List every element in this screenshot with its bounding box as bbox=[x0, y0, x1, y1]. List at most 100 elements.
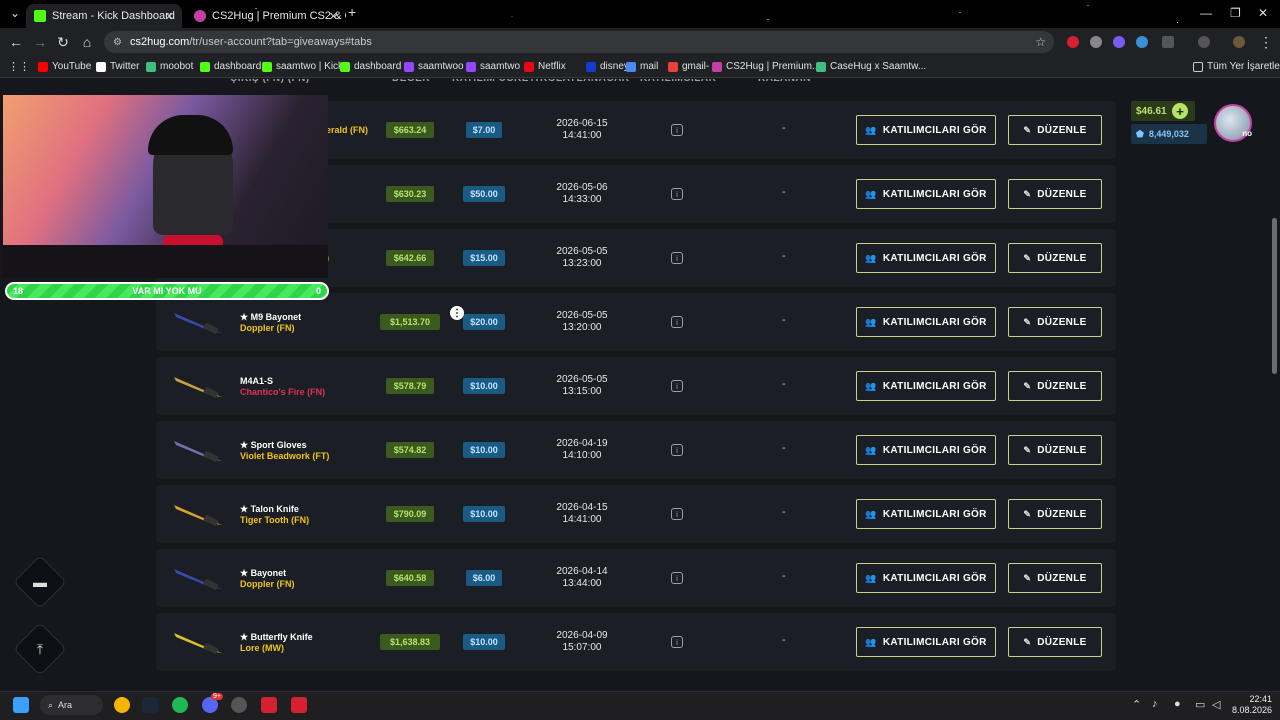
table-row: ★ Butterfly Knife Lore (MW) $1,638.83 $10.0… bbox=[156, 613, 1116, 671]
tab-kick-dashboard[interactable]: Stream - Kick Dashboard ✕ bbox=[26, 4, 182, 28]
bookmark-item[interactable]: YouTube bbox=[38, 61, 91, 72]
maximize-icon[interactable]: ❐ bbox=[1230, 6, 1241, 20]
edit-button[interactable]: ✎ DÜZENLE bbox=[1008, 563, 1102, 593]
users-icon: 👥 bbox=[865, 636, 877, 647]
edit-button[interactable]: ✎ DÜZENLE bbox=[1008, 499, 1102, 529]
spotify-icon[interactable] bbox=[172, 697, 188, 713]
bookmark-item[interactable]: saamtwoo bbox=[404, 61, 464, 72]
home-icon[interactable]: ⌂ bbox=[79, 34, 95, 50]
view-participants-button[interactable]: 👥 KATILIMCILARI GÖR bbox=[856, 499, 996, 529]
view-participants-button[interactable]: 👥 KATILIMCILARI GÖR bbox=[856, 627, 996, 657]
value-badge: $640.58 bbox=[386, 570, 434, 586]
edit-button[interactable]: ✎ DÜZENLE bbox=[1008, 243, 1102, 273]
bookmark-item[interactable]: saamtwo bbox=[466, 61, 520, 72]
edit-button[interactable]: ✎ DÜZENLE bbox=[1008, 307, 1102, 337]
extension-icon[interactable] bbox=[1067, 36, 1079, 48]
address-bar[interactable]: ⚙ cs2hug.com/tr/user-account?tab=giveawa… bbox=[104, 31, 1054, 53]
bookmark-item[interactable]: Twitter bbox=[96, 61, 139, 72]
view-participants-button[interactable]: 👥 KATILIMCILARI GÖR bbox=[856, 179, 996, 209]
view-participants-button[interactable]: 👥 KATILIMCILARI GÖR bbox=[856, 435, 996, 465]
taskbar-search[interactable]: ⌕ Ara bbox=[40, 695, 103, 715]
app-icon[interactable] bbox=[231, 697, 247, 713]
edit-button[interactable]: ✎ DÜZENLE bbox=[1008, 435, 1102, 465]
view-participants-button[interactable]: 👥 KATILIMCILARI GÖR bbox=[856, 115, 996, 145]
tab-search-icon[interactable]: ⌄ bbox=[10, 6, 20, 20]
network-icon[interactable]: ▭ bbox=[1195, 698, 1205, 711]
extension-icon[interactable] bbox=[1090, 36, 1102, 48]
profile-icon[interactable] bbox=[1233, 36, 1245, 48]
extensions-puzzle-icon[interactable] bbox=[1162, 36, 1174, 48]
tab-cs2hug[interactable]: CS2Hug | Premium CS2 & CS:G ✕ bbox=[186, 4, 346, 28]
participants-info-icon[interactable]: i bbox=[671, 124, 683, 136]
item-name: ★ Sport Gloves bbox=[240, 440, 307, 450]
apps-grid-icon[interactable]: ⋮⋮ bbox=[8, 60, 30, 73]
participants-info-icon[interactable]: i bbox=[671, 252, 683, 264]
draw-date: 2026-04-09 15:07:00 bbox=[542, 630, 622, 654]
avatar[interactable]: no bbox=[1214, 104, 1252, 142]
button-label: DÜZENLE bbox=[1037, 316, 1087, 328]
column-header: KATILIMCILAR bbox=[640, 79, 716, 84]
pencil-icon: ✎ bbox=[1023, 572, 1032, 583]
site-info-icon[interactable]: ⚙ bbox=[113, 37, 122, 48]
bookmark-favicon-icon bbox=[466, 61, 476, 72]
users-icon: 👥 bbox=[865, 444, 877, 455]
extension-icon[interactable] bbox=[1113, 36, 1125, 48]
view-participants-button[interactable]: 👥 KATILIMCILARI GÖR bbox=[856, 307, 996, 337]
participants-info-icon[interactable]: i bbox=[671, 572, 683, 584]
app-icon[interactable] bbox=[261, 697, 277, 713]
bookmark-item[interactable]: dashboard bbox=[340, 61, 401, 72]
volume-icon[interactable]: ◁ bbox=[1212, 698, 1220, 711]
button-label: DÜZENLE bbox=[1037, 444, 1087, 456]
bookmark-star-icon[interactable]: ☆ bbox=[1035, 35, 1046, 49]
participants-info-icon[interactable]: i bbox=[671, 316, 683, 328]
reload-icon[interactable]: ↻ bbox=[55, 34, 71, 51]
forward-icon[interactable]: → bbox=[32, 34, 48, 50]
app-icon[interactable] bbox=[291, 697, 307, 713]
history-icon[interactable] bbox=[1198, 36, 1210, 48]
bookmark-item[interactable]: moobot bbox=[146, 61, 193, 72]
bookmark-item[interactable]: CaseHug x Saamtw... bbox=[816, 61, 926, 72]
menu-icon[interactable]: ⋮ bbox=[1258, 34, 1274, 51]
mic-icon[interactable]: ● bbox=[1174, 698, 1181, 710]
item-finish: Doppler (FN) bbox=[240, 323, 295, 333]
participants-info-icon[interactable]: i bbox=[671, 636, 683, 648]
new-tab-button[interactable]: + bbox=[348, 4, 356, 20]
participants-info-icon[interactable]: i bbox=[671, 188, 683, 200]
clock[interactable]: 22:41 8.08.2026 bbox=[1226, 694, 1272, 716]
bookmark-item[interactable]: gmail- bbox=[668, 61, 709, 72]
view-participants-button[interactable]: 👥 KATILIMCILARI GÖR bbox=[856, 563, 996, 593]
edit-button[interactable]: ✎ DÜZENLE bbox=[1008, 179, 1102, 209]
users-icon: 👥 bbox=[865, 124, 877, 135]
participants-info-icon[interactable]: i bbox=[671, 444, 683, 456]
value-badge: $1,638.83 bbox=[380, 634, 440, 650]
close-tab-icon[interactable]: ✕ bbox=[165, 10, 174, 23]
minimize-icon[interactable]: — bbox=[1200, 6, 1212, 20]
participants-info-icon[interactable]: i bbox=[671, 508, 683, 520]
all-bookmarks[interactable]: Tüm Yer İşaretleri bbox=[1193, 61, 1280, 72]
bookmark-item[interactable]: Netflix bbox=[524, 61, 566, 72]
view-participants-button[interactable]: 👥 KATILIMCILARI GÖR bbox=[856, 243, 996, 273]
bookmark-item[interactable]: saamtwo | Kick bbox=[262, 61, 343, 72]
edit-button[interactable]: ✎ DÜZENLE bbox=[1008, 371, 1102, 401]
bookmark-item[interactable]: CS2Hug | Premium... bbox=[712, 61, 820, 72]
speaker-icon[interactable]: ♪ bbox=[1152, 698, 1158, 710]
edit-button[interactable]: ✎ DÜZENLE bbox=[1008, 115, 1102, 145]
add-balance-button[interactable]: + bbox=[1172, 103, 1188, 119]
scrollbar[interactable] bbox=[1272, 218, 1277, 374]
item-name: M4A1-S bbox=[240, 376, 274, 386]
view-participants-button[interactable]: 👥 KATILIMCILARI GÖR bbox=[856, 371, 996, 401]
close-window-icon[interactable]: ✕ bbox=[1258, 6, 1268, 20]
extension-icon[interactable] bbox=[1136, 36, 1148, 48]
participants-info-icon[interactable]: i bbox=[671, 380, 683, 392]
bookmark-item[interactable]: mail bbox=[626, 61, 658, 72]
back-icon[interactable]: ← bbox=[8, 34, 24, 50]
entry-fee-badge: $15.00 bbox=[463, 250, 505, 266]
bookmark-item[interactable]: dashboard bbox=[200, 61, 261, 72]
chrome-icon[interactable] bbox=[114, 697, 130, 713]
close-tab-icon[interactable]: ✕ bbox=[329, 10, 338, 23]
start-icon[interactable] bbox=[13, 697, 29, 713]
weapon-image bbox=[170, 627, 226, 657]
steam-icon[interactable] bbox=[142, 697, 158, 713]
tray-chevron-icon[interactable]: ⌃ bbox=[1132, 698, 1141, 711]
edit-button[interactable]: ✎ DÜZENLE bbox=[1008, 627, 1102, 657]
